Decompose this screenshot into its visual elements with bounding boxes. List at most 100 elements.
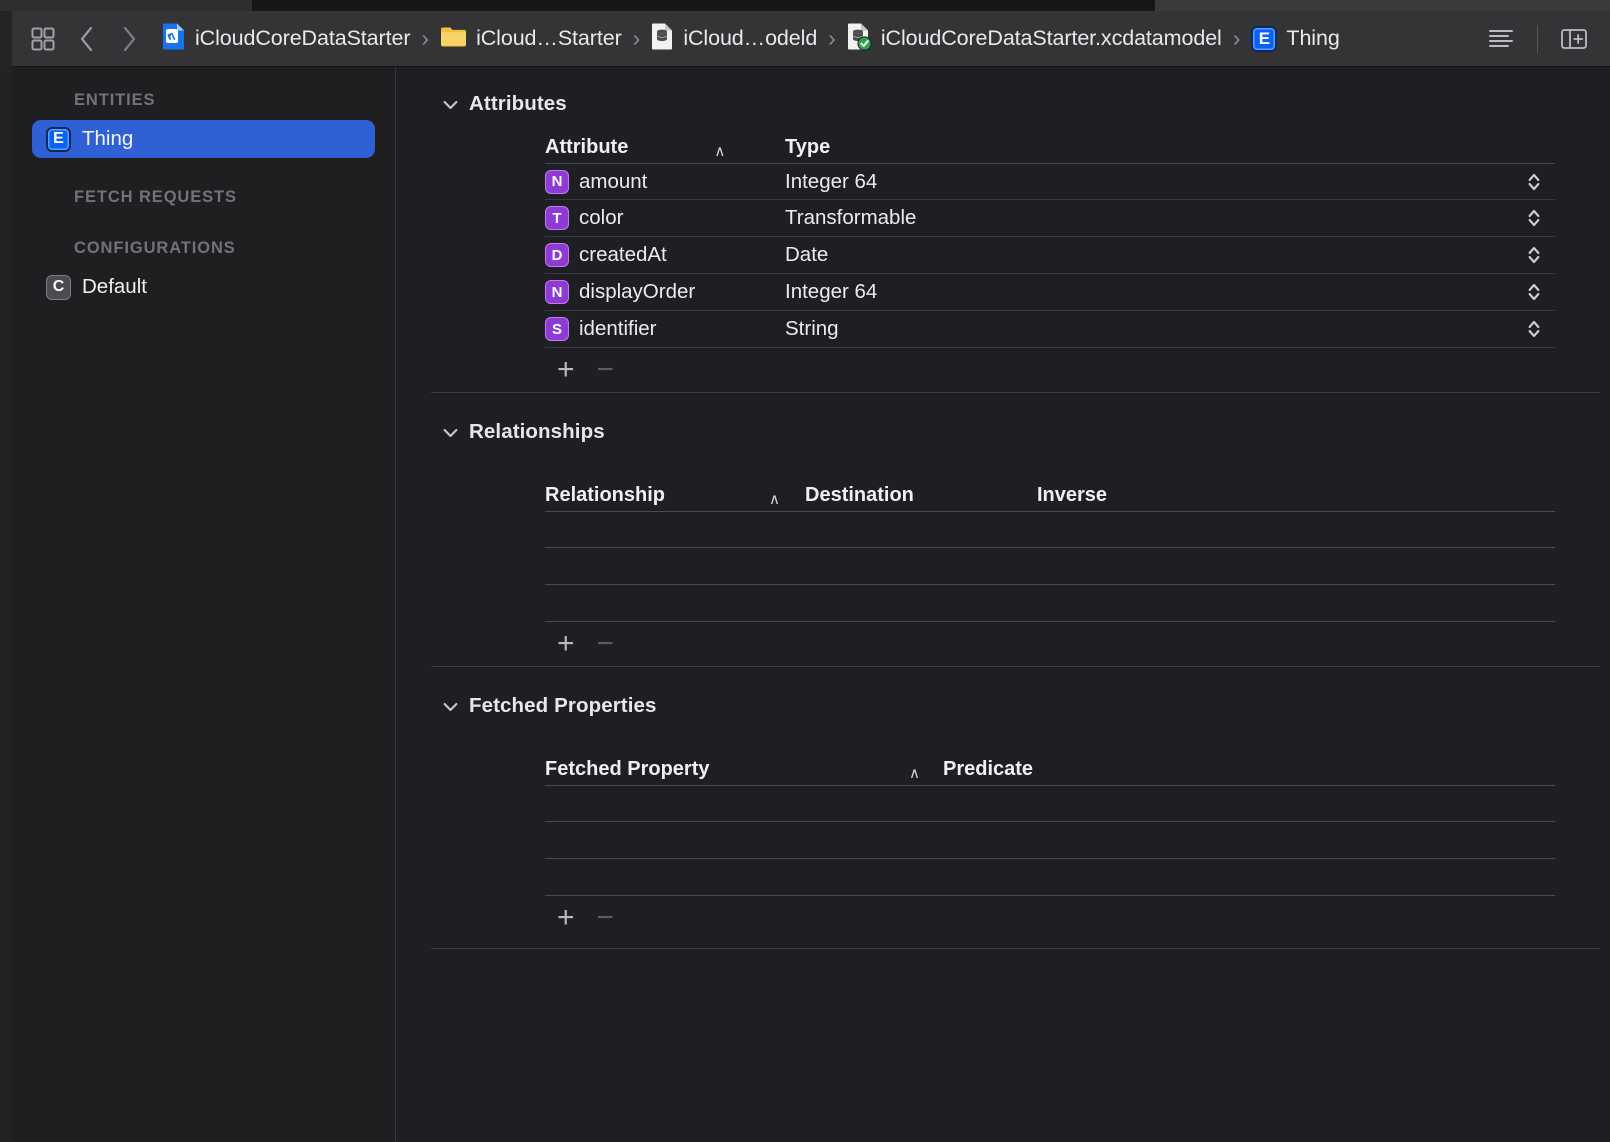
attribute-name-cell[interactable]: Namount: [545, 169, 785, 194]
chevron-left-icon[interactable]: [66, 19, 108, 59]
breadcrumb-separator: ›: [421, 25, 430, 51]
relationship-empty-row[interactable]: [545, 511, 1555, 548]
relationships-table: Relationship ∧ Destination Inverse: [545, 473, 1555, 622]
relationships-row-list: [545, 511, 1555, 622]
section-attributes: Attributes Attribute ∧ Type Namount Integ…: [397, 67, 1610, 392]
model-outline-sidebar: ENTITIES E Thing FETCH REQUESTS CONFIGUR…: [12, 67, 396, 1142]
column-header-relationship[interactable]: Relationship: [545, 484, 769, 507]
relationship-empty-row[interactable]: [545, 548, 1555, 585]
remove-relationship-button[interactable]: −: [597, 629, 615, 659]
relationships-add-remove-bar: + −: [397, 622, 1610, 666]
attribute-type-value: String: [785, 317, 839, 340]
sort-ascending-icon[interactable]: ∧: [909, 766, 943, 781]
column-header-destination[interactable]: Destination: [805, 484, 1037, 507]
section-title: Relationships: [469, 420, 605, 443]
column-header-attribute[interactable]: Attribute: [545, 136, 628, 159]
xcode-project-icon: [162, 22, 186, 55]
attribute-row[interactable]: Namount Integer 64: [545, 163, 1555, 200]
attribute-type-cell[interactable]: Transformable: [785, 206, 1555, 230]
section-header-relationships[interactable]: Relationships: [397, 417, 1610, 447]
section-header-attributes[interactable]: Attributes: [397, 89, 1610, 119]
breadcrumb-item-folder[interactable]: iCloud…Starter: [438, 23, 624, 55]
attributes-table: Attribute ∧ Type Namount Integer 64 Tcolor…: [545, 119, 1555, 348]
attribute-row[interactable]: Tcolor Transformable: [545, 200, 1555, 237]
tab-active-remnant[interactable]: [0, 0, 252, 11]
column-header-fetched-property[interactable]: Fetched Property: [545, 758, 909, 781]
fetched-property-empty-row[interactable]: [545, 822, 1555, 859]
add-fetched-property-button[interactable]: +: [557, 903, 575, 933]
column-header-predicate[interactable]: Predicate: [943, 758, 1033, 781]
attributes-table-header: Attribute ∧ Type: [545, 119, 1555, 163]
breadcrumb-separator: ›: [828, 25, 836, 51]
grid-squares-icon[interactable]: [20, 19, 66, 59]
fetched-properties-table: Fetched Property ∧ Predicate: [545, 747, 1555, 896]
fetched-property-empty-row[interactable]: [545, 785, 1555, 822]
breadcrumb-item-datamodeld[interactable]: iCloud…odeld: [649, 20, 819, 57]
attributes-add-remove-bar: + −: [397, 348, 1610, 392]
attribute-name: amount: [579, 169, 648, 193]
attribute-name-cell[interactable]: DcreatedAt: [545, 243, 785, 267]
attribute-row[interactable]: Sidentifier String: [545, 311, 1555, 348]
remove-attribute-button[interactable]: −: [597, 355, 615, 385]
attribute-name: createdAt: [579, 243, 667, 266]
folder-icon: [440, 25, 467, 53]
chevron-down-icon[interactable]: [443, 697, 458, 716]
section-relationships: Relationships Relationship ∧ Destination…: [397, 393, 1610, 666]
attribute-row[interactable]: DcreatedAt Date: [545, 237, 1555, 274]
breadcrumb-label: Thing: [1286, 26, 1340, 50]
attribute-row[interactable]: NdisplayOrder Integer 64: [545, 274, 1555, 311]
attribute-type-cell[interactable]: Integer 64: [785, 170, 1555, 194]
main-split-view: ENTITIES E Thing FETCH REQUESTS CONFIGUR…: [0, 67, 1610, 1142]
fetched-properties-row-list: [545, 785, 1555, 896]
fetched-properties-add-remove-bar: + −: [397, 896, 1610, 940]
breadcrumb-item-project[interactable]: iCloudCoreDataStarter: [160, 20, 412, 57]
add-relationship-button[interactable]: +: [557, 629, 575, 659]
attribute-name-cell[interactable]: Tcolor: [545, 206, 785, 230]
breadcrumb-item-datamodel[interactable]: iCloudCoreDataStarter.xcdatamodel: [845, 20, 1224, 58]
attribute-type-cell[interactable]: Date: [785, 243, 1555, 267]
section-divider: [431, 948, 1600, 949]
stepper-chevrons-icon[interactable]: [1527, 207, 1541, 229]
attribute-type-cell[interactable]: String: [785, 317, 1555, 341]
sidebar-group-header-entities: ENTITIES: [74, 91, 156, 109]
right-panel-icon[interactable]: [1552, 19, 1596, 59]
remove-fetched-property-button[interactable]: −: [597, 903, 615, 933]
breadcrumb-item-entity[interactable]: E Thing: [1249, 24, 1341, 54]
stepper-chevrons-icon[interactable]: [1527, 281, 1541, 303]
fetched-property-empty-row[interactable]: [545, 859, 1555, 896]
attribute-name-cell[interactable]: Sidentifier: [545, 317, 785, 341]
attribute-type-cell[interactable]: Integer 64: [785, 280, 1555, 304]
entity-badge-icon: E: [46, 126, 71, 152]
column-header-inverse[interactable]: Inverse: [1037, 484, 1107, 507]
attribute-type-value: Transformable: [785, 206, 917, 229]
section-fetched-properties: Fetched Properties Fetched Property ∧ Pr…: [397, 667, 1610, 940]
attribute-name-cell[interactable]: NdisplayOrder: [545, 280, 785, 304]
attribute-name: displayOrder: [579, 280, 696, 303]
breadcrumb-separator: ›: [1232, 25, 1241, 51]
stepper-chevrons-icon[interactable]: [1527, 318, 1541, 340]
toolbar-left-gutter: [0, 10, 12, 67]
sidebar-item-thing[interactable]: E Thing: [32, 120, 375, 158]
sort-ascending-icon[interactable]: ∧: [769, 492, 805, 507]
chevron-down-icon[interactable]: [443, 95, 458, 114]
lines-list-icon[interactable]: [1479, 19, 1523, 59]
attribute-name: identifier: [579, 317, 657, 340]
chevron-right-icon[interactable]: [108, 19, 150, 59]
sidebar-item-default[interactable]: C Default: [32, 268, 375, 306]
attribute-type-badge-icon: N: [545, 169, 569, 194]
attributes-row-list: Namount Integer 64 Tcolor Transformable Dcre…: [545, 163, 1555, 348]
relationship-empty-row[interactable]: [545, 585, 1555, 622]
window-left-gutter: [0, 67, 12, 1142]
chevron-down-icon[interactable]: [443, 423, 458, 442]
breadcrumb-separator: ›: [632, 25, 641, 51]
column-header-type[interactable]: Type: [785, 136, 830, 158]
add-attribute-button[interactable]: +: [557, 355, 575, 385]
sort-ascending-icon[interactable]: ∧: [714, 144, 725, 159]
sidebar-group-header-configurations: CONFIGURATIONS: [74, 239, 236, 257]
stepper-chevrons-icon[interactable]: [1527, 244, 1541, 266]
stepper-chevrons-icon[interactable]: [1527, 171, 1541, 193]
toolbar-divider: [1537, 24, 1538, 53]
data-model-editor: Attributes Attribute ∧ Type Namount Integ…: [397, 67, 1610, 1142]
section-header-fetched-properties[interactable]: Fetched Properties: [397, 691, 1610, 721]
attribute-type-value: Integer 64: [785, 169, 878, 193]
